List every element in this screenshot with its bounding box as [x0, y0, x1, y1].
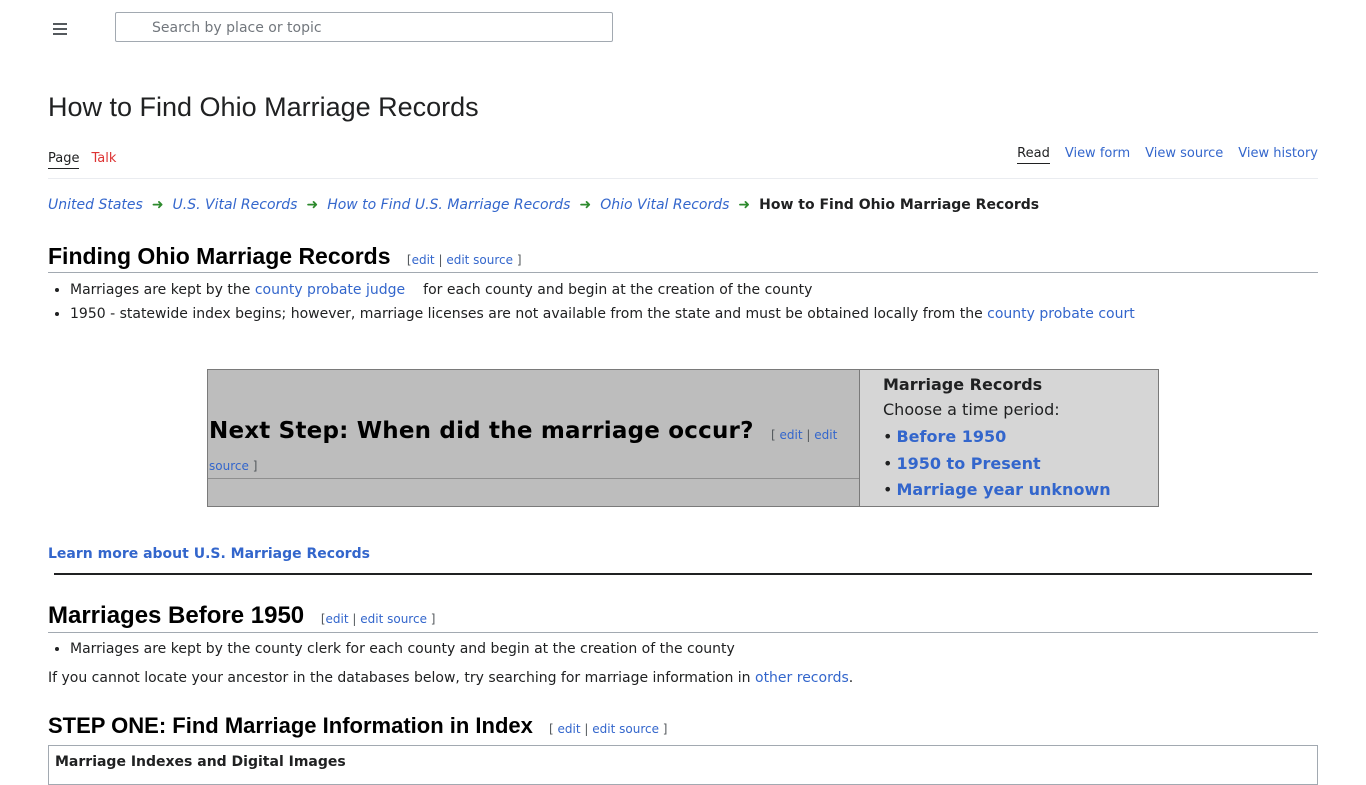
marriage-indexes-table: Marriage Indexes and Digital Images — [48, 745, 1318, 785]
section-heading-text: Finding Ohio Marriage Records — [48, 243, 391, 269]
page-title: How to Find Ohio Marriage Records — [48, 92, 479, 122]
before-1950-list: Marriages are kept by the county clerk f… — [48, 637, 735, 661]
edit-source-link[interactable]: edit source — [446, 253, 513, 267]
paragraph-text: . — [848, 670, 854, 686]
section-heading-step-one: STEP ONE: Find Marriage Information in I… — [48, 713, 1318, 739]
period-option: • Before 1950 — [883, 424, 1111, 451]
before-1950-link[interactable]: Before 1950 — [896, 427, 1006, 446]
bracket: [ — [549, 722, 554, 736]
edit-section-links: [ edit | edit — [771, 428, 837, 442]
marriage-year-unknown-link[interactable]: Marriage year unknown — [896, 480, 1110, 499]
breadcrumb-link-ohio-vital-records[interactable]: Ohio Vital Records — [600, 197, 729, 213]
bracket: [ — [771, 428, 776, 442]
view-tabs: Read View form View source View history — [1002, 146, 1318, 164]
bracket: ] — [662, 722, 668, 736]
next-step-left-panel: Next Step: When did the marriage occur? … — [208, 370, 860, 506]
finding-list: Marriages are kept by the county probate… — [48, 278, 1135, 326]
bullet-icon: • — [883, 453, 893, 473]
tab-read[interactable]: Read — [1017, 146, 1050, 164]
namespace-tabs: Page Talk — [48, 151, 128, 169]
bullet-icon: • — [883, 480, 893, 499]
tab-view-history[interactable]: View history — [1238, 146, 1318, 161]
next-step-box: Next Step: When did the marriage occur? … — [207, 369, 1159, 507]
county-probate-judge-link[interactable]: county probate judge — [255, 282, 405, 298]
separator: | — [438, 253, 443, 267]
breadcrumb-link-us-vital-records[interactable]: U.S. Vital Records — [173, 197, 298, 213]
other-records-paragraph: If you cannot locate your ancestor in th… — [48, 670, 853, 686]
separator: | — [806, 428, 811, 442]
paragraph-text: If you cannot locate your ancestor in th… — [48, 670, 755, 686]
edit-section-links: [ edit | edit source ] — [549, 722, 667, 736]
section-heading-finding-ohio: Finding Ohio Marriage Records [edit | ed… — [48, 243, 1318, 273]
tab-view-form[interactable]: View form — [1065, 146, 1130, 161]
period-option: • Marriage year unknown — [883, 477, 1111, 504]
section-heading-text: STEP ONE: Find Marriage Information in I… — [48, 713, 533, 738]
separator: | — [352, 612, 357, 626]
tab-view-source[interactable]: View source — [1145, 146, 1223, 161]
list-text: 1950 - statewide index begins; however, … — [70, 306, 988, 322]
edit-link[interactable]: edit — [412, 253, 435, 267]
section-heading-before-1950: Marriages Before 1950 [edit | edit sourc… — [48, 602, 1318, 633]
green-arrow-right-icon: ➜ — [306, 197, 319, 213]
list-item: Marriages are kept by the county clerk f… — [70, 637, 735, 661]
bracket: ] — [430, 612, 436, 626]
edit-link[interactable]: edit — [326, 612, 349, 626]
green-arrow-right-icon: ➜ — [738, 197, 751, 213]
breadcrumb-link-us-marriage-records[interactable]: How to Find U.S. Marriage Records — [327, 197, 570, 213]
search-input[interactable]: Search by place or topic — [115, 12, 613, 42]
list-text: Marriages are kept by the — [70, 282, 255, 298]
list-text: for each county and begin at the creatio… — [423, 282, 813, 298]
bullet-icon: • — [883, 427, 893, 446]
other-records-link[interactable]: other records — [755, 670, 849, 686]
edit-source-link[interactable]: edit source — [360, 612, 427, 626]
county-probate-court-link[interactable]: county probate court — [987, 306, 1135, 322]
learn-more-link[interactable]: Learn more about U.S. Marriage Records — [48, 546, 370, 562]
tab-talk[interactable]: Talk — [91, 151, 116, 166]
bracket: ] — [516, 253, 522, 267]
edit-section-links: [edit | edit source ] — [321, 612, 436, 626]
separator: | — [584, 722, 589, 736]
edit-link[interactable]: edit — [780, 428, 803, 442]
bracket: ] — [252, 459, 258, 473]
period-option: • 1950 to Present — [883, 451, 1111, 478]
edit-section-links-wrap: source ] — [209, 459, 257, 473]
list-item: 1950 - statewide index begins; however, … — [70, 302, 1135, 326]
tab-page[interactable]: Page — [48, 151, 80, 169]
edit-section-links: [edit | edit source ] — [407, 253, 522, 267]
green-arrow-right-icon: ➜ — [151, 197, 164, 213]
marriage-records-title: Marriage Records — [883, 375, 1043, 394]
breadcrumb-current: How to Find Ohio Marriage Records — [759, 197, 1040, 213]
section-heading-text: Marriages Before 1950 — [48, 602, 305, 629]
marriage-records-panel: Marriage Records Choose a time period: •… — [883, 374, 1111, 504]
edit-source-link[interactable]: edit source — [592, 722, 659, 736]
breadcrumb: United States ➜ U.S. Vital Records ➜ How to … — [48, 197, 1039, 213]
edit-source-link-part2[interactable]: source — [209, 459, 249, 473]
choose-period-label: Choose a time period: — [883, 400, 1060, 419]
list-item: Marriages are kept by the county probate… — [70, 278, 1135, 302]
1950-to-present-link[interactable]: 1950 to Present — [896, 454, 1040, 473]
heading-underline — [208, 478, 859, 479]
edit-link[interactable]: edit — [558, 722, 581, 736]
green-arrow-right-icon: ➜ — [579, 197, 592, 213]
next-step-heading: Next Step: When did the marriage occur? — [209, 418, 754, 444]
tabs-divider — [48, 178, 1318, 179]
breadcrumb-link-united-states[interactable]: United States — [48, 197, 143, 213]
edit-source-link-part1[interactable]: edit — [814, 428, 837, 442]
section-divider — [54, 573, 1312, 575]
hamburger-menu-icon[interactable] — [50, 18, 72, 40]
